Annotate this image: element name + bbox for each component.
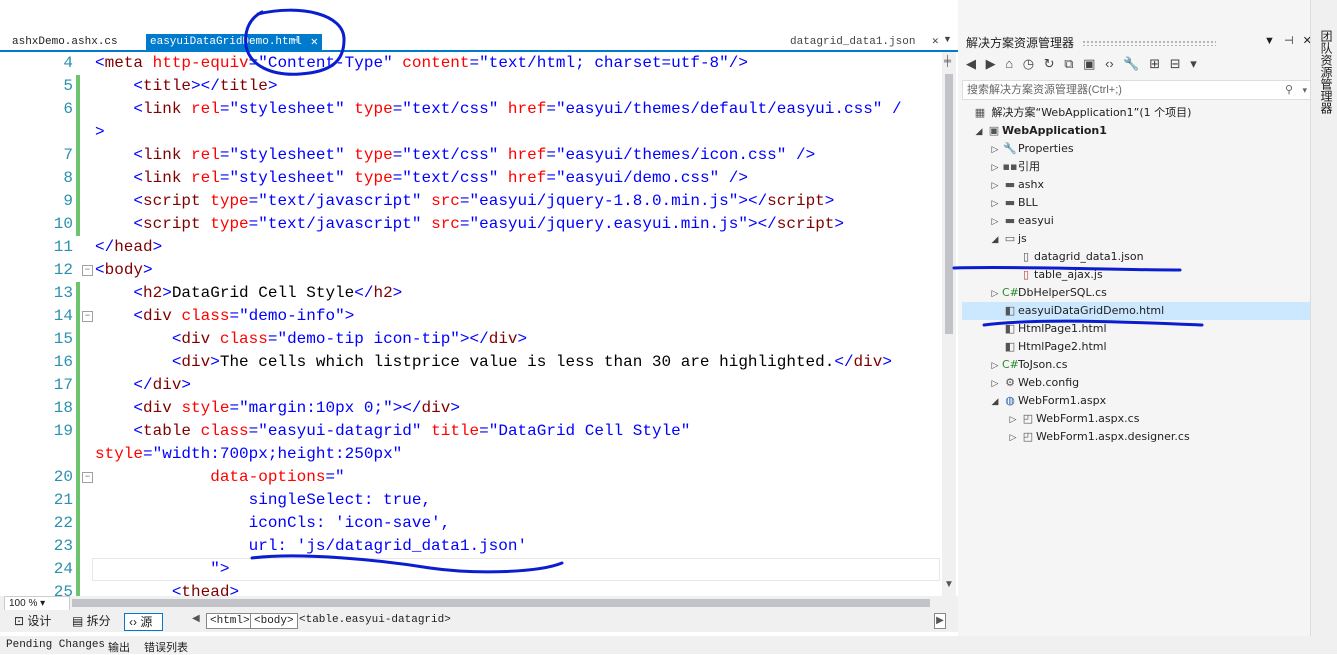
annotation-underline-json: [952, 265, 1182, 272]
annotation-underline-html: [982, 319, 1204, 327]
annotation-circle: [244, 8, 346, 76]
annotation-underline-url: [250, 554, 564, 574]
annotation-overlay: [244, 8, 1204, 574]
